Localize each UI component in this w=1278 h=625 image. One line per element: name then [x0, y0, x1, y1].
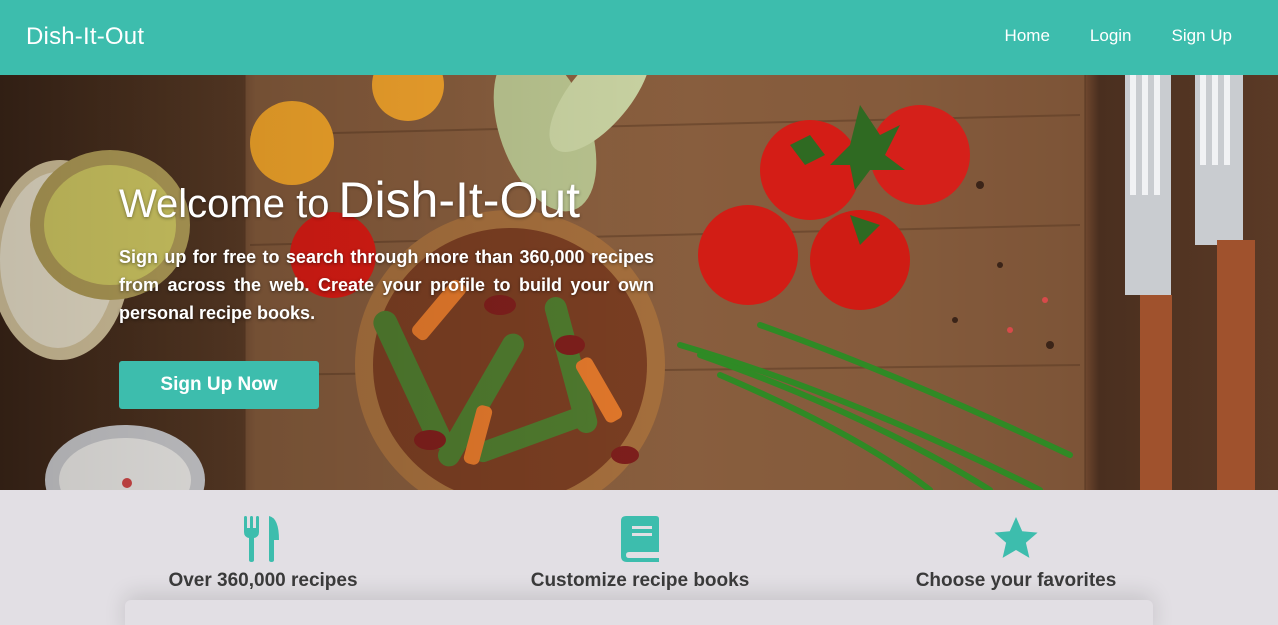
utensils-icon: [244, 516, 279, 562]
hero-description: Sign up for free to search through more …: [119, 247, 654, 323]
book-icon: [621, 516, 659, 562]
feature-favorites: Choose your favorites: [836, 516, 1196, 592]
navbar: Dish-It-Out Home Login Sign Up: [0, 0, 1278, 75]
hero-title-brand: Dish-It-Out: [338, 172, 581, 228]
nav-links: Home Login Sign Up: [1005, 26, 1232, 46]
sign-up-now-button[interactable]: Sign Up Now: [119, 361, 319, 409]
feature-books: Customize recipe books: [460, 516, 820, 592]
content-card-edge: [125, 600, 1153, 625]
hero-content: Welcome to Dish-It-Out Sign up for free …: [119, 171, 659, 327]
hero-title-prefix: Welcome to: [119, 182, 330, 226]
feature-recipes: Over 360,000 recipes: [83, 516, 443, 592]
feature-label-favorites: Choose your favorites: [915, 570, 1117, 591]
features-section: Over 360,000 recipes Customize recipe bo…: [0, 490, 1278, 625]
hero-title: Welcome to Dish-It-Out: [119, 171, 659, 229]
star-icon: [994, 517, 1038, 558]
feature-label-books: Customize recipe books: [530, 570, 750, 591]
nav-link-home[interactable]: Home: [1005, 26, 1050, 46]
nav-link-login[interactable]: Login: [1090, 26, 1132, 46]
hero-section: Welcome to Dish-It-Out Sign up for free …: [0, 75, 1278, 490]
feature-label-recipes: Over 360,000 recipes: [168, 570, 358, 591]
nav-link-signup[interactable]: Sign Up: [1172, 26, 1232, 46]
brand-logo-link[interactable]: Dish-It-Out: [26, 23, 144, 51]
